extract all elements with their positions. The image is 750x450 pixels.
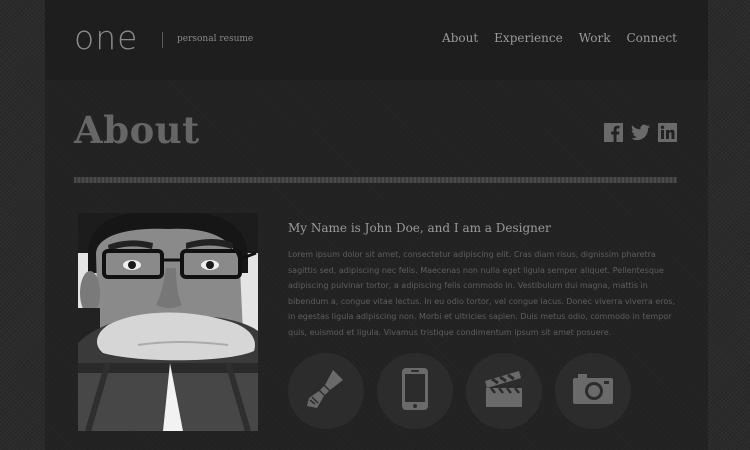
facebook-icon[interactable]: [604, 123, 623, 142]
paintbrush-icon: [303, 366, 349, 416]
bio-heading: My Name is John Doe, and I am a Designer: [288, 221, 551, 235]
camera-icon: [572, 372, 614, 410]
logo-divider: [162, 32, 163, 48]
skill-design[interactable]: [288, 353, 364, 429]
mobile-phone-icon: [400, 367, 430, 415]
clapperboard-icon: [483, 369, 525, 413]
twitter-icon[interactable]: [631, 123, 650, 142]
linkedin-icon[interactable]: [658, 123, 677, 142]
skill-photography[interactable]: [555, 353, 631, 429]
page-title: About: [74, 108, 200, 152]
skill-video[interactable]: [466, 353, 542, 429]
site-tagline: personal resume: [177, 34, 254, 44]
skill-mobile[interactable]: [377, 353, 453, 429]
nav-experience[interactable]: Experience: [494, 31, 563, 45]
social-links: [604, 123, 677, 142]
profile-photo: [78, 213, 258, 431]
site-header: one personal resume About Experience Wor…: [45, 0, 708, 80]
section-divider: [74, 177, 677, 183]
bio-text: Lorem ipsum dolor sit amet, consectetur …: [288, 250, 676, 337]
nav-work[interactable]: Work: [579, 31, 611, 45]
skills-icons: [288, 353, 631, 429]
nav-about[interactable]: About: [442, 31, 478, 45]
main-nav: About Experience Work Connect: [426, 31, 677, 45]
page-container: one personal resume About Experience Wor…: [45, 0, 708, 450]
site-logo[interactable]: one: [74, 20, 138, 56]
nav-connect[interactable]: Connect: [626, 31, 677, 45]
